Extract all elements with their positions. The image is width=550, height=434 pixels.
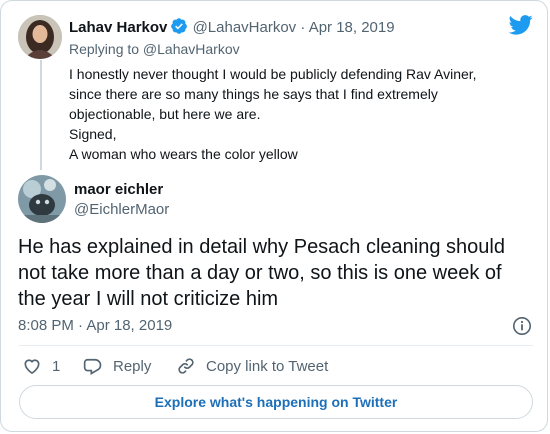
reply-button[interactable]: Reply — [83, 355, 151, 377]
explore-twitter-button[interactable]: Explore what's happening on Twitter — [19, 385, 533, 419]
info-icon[interactable] — [512, 316, 532, 341]
tweet-embed-card: Lahav Harkov @LahavHarkov · Apr 18, 2019… — [0, 0, 548, 432]
author-name[interactable]: Lahav Harkov — [69, 19, 167, 36]
reply-text-line: I honestly never thought I would be publ… — [69, 66, 477, 82]
avatar[interactable] — [18, 15, 62, 59]
reply-text-line: Signed, — [69, 126, 117, 142]
copy-link-label: Copy link to Tweet — [206, 357, 329, 375]
tweet-date[interactable]: Apr 18, 2019 — [309, 19, 395, 36]
reply-text-line: since there are so many things he says t… — [69, 86, 438, 102]
author-handle[interactable]: @LahavHarkov — [193, 19, 297, 36]
copy-link-button[interactable]: Copy link to Tweet — [176, 355, 328, 377]
tweet-text-line: the year I will not criticize him — [18, 288, 279, 310]
like-button[interactable]: 1 — [22, 355, 60, 377]
twitter-bird-icon[interactable] — [508, 15, 533, 40]
like-count: 1 — [52, 357, 61, 375]
reply-text-line: objectionable, but here we are. — [69, 106, 261, 122]
link-icon — [178, 358, 194, 374]
divider — [19, 345, 533, 346]
author-name[interactable]: maor eichler — [74, 180, 163, 200]
reply-label: Reply — [113, 357, 152, 375]
thread-line — [40, 60, 42, 170]
tweet-text-line: not take more than a day or two, so this… — [18, 262, 502, 284]
author-handle[interactable]: @EichlerMaor — [74, 200, 169, 220]
tweet-text-line: He has explained in detail why Pesach cl… — [18, 236, 505, 258]
separator: · — [300, 19, 306, 36]
reply-text-line: A woman who wears the color yellow — [69, 146, 298, 162]
tweet-timestamp[interactable]: 8:08 PM · Apr 18, 2019 — [18, 316, 172, 336]
explore-label: Explore what's happening on Twitter — [154, 394, 398, 410]
verified-badge-icon — [170, 17, 188, 41]
replying-to[interactable]: Replying to @LahavHarkov — [69, 39, 240, 59]
reply-tweet-header: Lahav Harkov @LahavHarkov · Apr 18, 2019 — [69, 17, 395, 41]
avatar[interactable] — [18, 175, 66, 223]
reply-bubble-icon — [83, 358, 102, 375]
heart-icon — [24, 359, 40, 375]
